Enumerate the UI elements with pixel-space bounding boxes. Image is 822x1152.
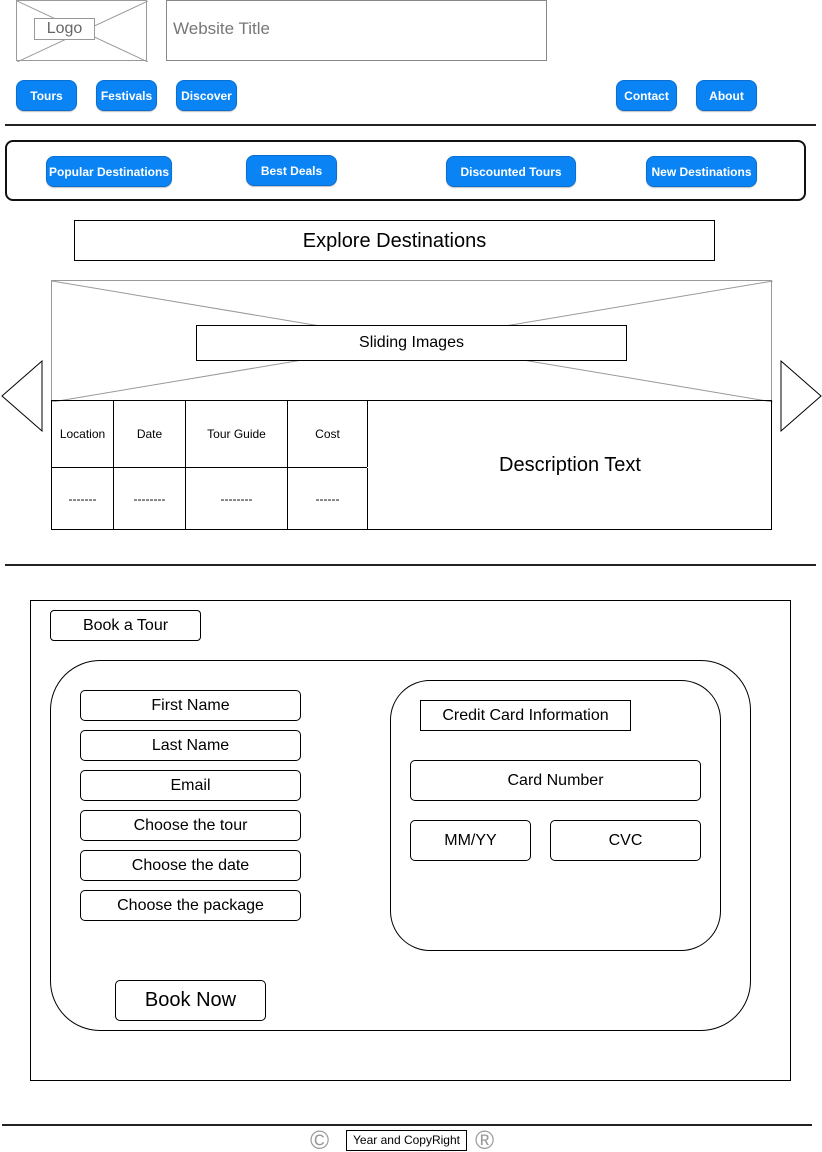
popular-destinations-button[interactable]: Popular Destinations xyxy=(46,156,172,187)
book-a-tour-tab[interactable]: Book a Tour xyxy=(50,610,201,641)
header-tour-guide: Tour Guide xyxy=(186,401,288,467)
choose-date-select[interactable]: Choose the date xyxy=(80,850,301,881)
discounted-tours-button[interactable]: Discounted Tours xyxy=(446,156,576,187)
next-arrow-icon[interactable] xyxy=(780,360,822,432)
last-name-field[interactable]: Last Name xyxy=(80,730,301,761)
slider-label: Sliding Images xyxy=(196,325,627,361)
value-cost: ------ xyxy=(288,468,368,529)
email-field[interactable]: Email xyxy=(80,770,301,801)
registered-icon: ® xyxy=(475,1125,495,1152)
new-destinations-button[interactable]: New Destinations xyxy=(646,156,757,187)
logo-label: Logo xyxy=(34,18,95,40)
value-location: ------- xyxy=(52,468,114,529)
book-now-button[interactable]: Book Now xyxy=(115,980,266,1021)
nav-festivals-button[interactable]: Festivals xyxy=(96,80,157,111)
nav-about-button[interactable]: About xyxy=(696,80,757,111)
nav-discover-button[interactable]: Discover xyxy=(176,80,237,111)
first-name-field[interactable]: First Name xyxy=(80,690,301,721)
value-date: -------- xyxy=(114,468,186,529)
choose-tour-select[interactable]: Choose the tour xyxy=(80,810,301,841)
header-date: Date xyxy=(114,401,186,467)
tour-info-table: Location Date Tour Guide Cost ------- --… xyxy=(51,400,772,530)
header-location: Location xyxy=(52,401,114,467)
credit-card-title: Credit Card Information xyxy=(420,700,631,731)
previous-arrow-icon[interactable] xyxy=(1,360,43,432)
choose-package-select[interactable]: Choose the package xyxy=(80,890,301,921)
expiry-field[interactable]: MM/YY xyxy=(410,820,531,861)
footer-divider xyxy=(2,1124,812,1126)
description-text: Description Text xyxy=(499,453,641,476)
cvc-field[interactable]: CVC xyxy=(550,820,701,861)
explore-heading: Explore Destinations xyxy=(74,220,715,261)
nav-tours-button[interactable]: Tours xyxy=(16,80,77,111)
copyright-text: Year and CopyRight xyxy=(346,1130,467,1151)
nav-contact-button[interactable]: Contact xyxy=(616,80,677,111)
header-cost: Cost xyxy=(288,401,368,467)
header-divider xyxy=(5,124,816,126)
section-divider xyxy=(5,564,816,566)
best-deals-button[interactable]: Best Deals xyxy=(246,155,337,186)
website-title: Website Title xyxy=(166,0,547,61)
value-tour-guide: -------- xyxy=(186,468,288,529)
copyright-icon: © xyxy=(310,1125,330,1152)
card-number-field[interactable]: Card Number xyxy=(410,760,701,801)
